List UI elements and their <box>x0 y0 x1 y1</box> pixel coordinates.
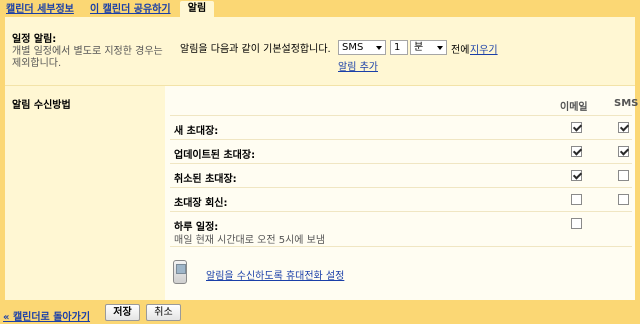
invitation-reply-sms-checkbox[interactable] <box>618 194 629 205</box>
remove-reminder-link[interactable]: 지우기 <box>470 41 498 56</box>
reminder-method-value: SMS <box>342 42 364 53</box>
reminder-before-text: 전에 <box>451 45 470 56</box>
new-invitation-sms-checkbox[interactable] <box>618 122 629 133</box>
add-reminder-link[interactable]: 알림 추가 <box>338 58 378 73</box>
back-to-calendar-link[interactable]: « 캘린더로 돌아가기 <box>3 308 90 323</box>
daily-agenda-email-checkbox[interactable] <box>571 218 582 229</box>
row-divider <box>170 211 632 212</box>
cancelled-invitation-label: 취소된 초대장: <box>174 174 237 185</box>
tab-share-calendar[interactable]: 이 캘린더 공유하기 <box>90 2 171 17</box>
delivery-methods-title: 알림 수신방법 <box>12 100 71 111</box>
row-divider <box>170 163 632 164</box>
row-divider <box>170 246 632 247</box>
event-reminders-desc-2: 제외합니다. <box>12 58 62 69</box>
row-divider <box>170 115 632 116</box>
new-invitation-label: 새 초대장: <box>174 126 219 137</box>
reminder-method-select[interactable]: SMS <box>338 40 386 55</box>
reminder-amount-value: 1 <box>394 42 401 53</box>
invitation-reply-email-checkbox[interactable] <box>571 194 582 205</box>
row-divider <box>170 187 632 188</box>
reminder-unit-select[interactable]: 분 <box>410 40 447 55</box>
updated-invitation-label: 업데이트된 초대장: <box>174 150 256 161</box>
sms-column-header: SMS <box>614 98 639 109</box>
updated-invitation-sms-checkbox[interactable] <box>618 146 629 157</box>
row-divider <box>170 139 632 140</box>
invitation-reply-label: 초대장 회신: <box>174 198 228 209</box>
mobile-phone-icon <box>173 260 187 284</box>
cancel-button[interactable]: 취소 <box>146 304 181 321</box>
delivery-label-column <box>5 86 165 300</box>
cancelled-invitation-sms-checkbox[interactable] <box>618 170 629 181</box>
email-column-header: 이메일 <box>560 102 588 113</box>
new-invitation-email-checkbox[interactable] <box>571 122 582 133</box>
cancelled-invitation-email-checkbox[interactable] <box>571 170 582 181</box>
reminder-amount-input[interactable]: 1 <box>390 40 408 55</box>
tab-notifications[interactable]: 알림 <box>180 1 214 17</box>
tab-calendar-details[interactable]: 캘린더 세부정보 <box>6 2 74 17</box>
setup-phone-link[interactable]: 알림을 수신하도록 휴대전화 설정 <box>206 267 344 282</box>
default-reminder-text: 알림을 다음과 같이 기본설정합니다. <box>180 44 331 55</box>
save-button[interactable]: 저장 <box>105 304 140 321</box>
footer-bar <box>0 300 640 324</box>
updated-invitation-email-checkbox[interactable] <box>571 146 582 157</box>
chevron-down-icon <box>437 46 443 50</box>
daily-agenda-desc: 매일 현재 시간대로 오전 5시에 보냄 <box>174 235 326 246</box>
reminder-unit-value: 분 <box>414 42 424 53</box>
chevron-down-icon <box>376 46 382 50</box>
